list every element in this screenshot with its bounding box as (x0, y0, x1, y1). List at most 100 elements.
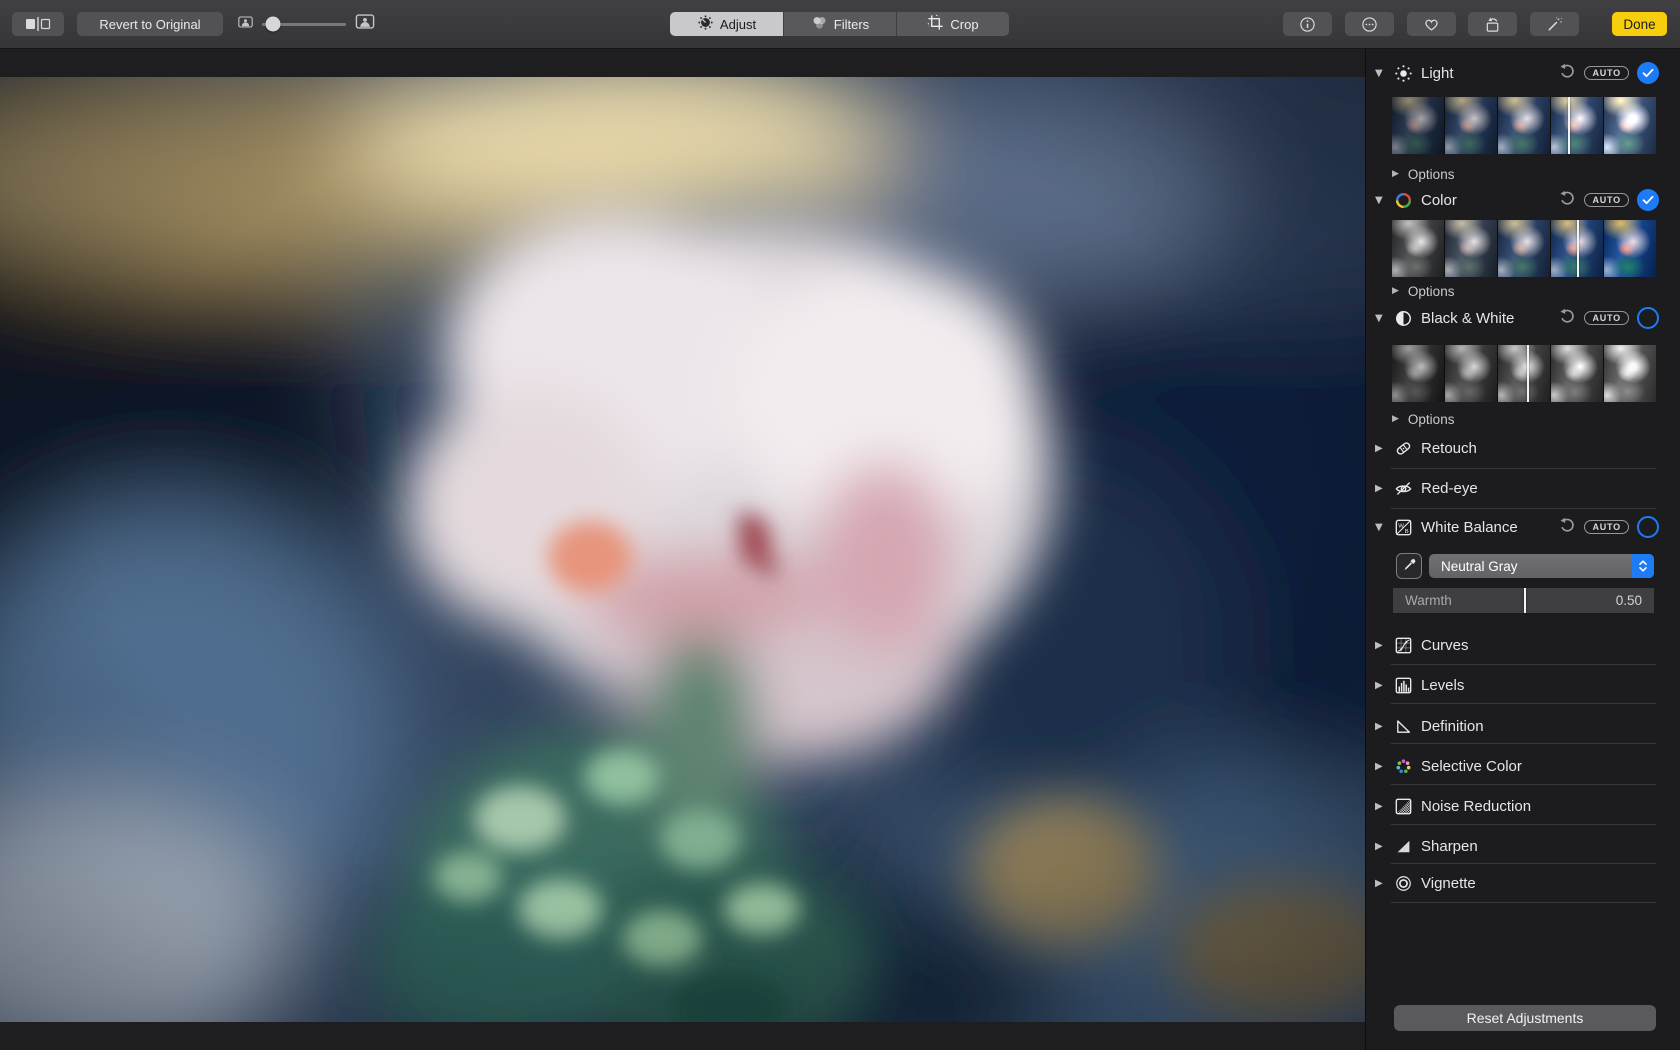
disclosure-down-icon[interactable]: ▼ (1375, 195, 1391, 206)
compare-icon (25, 16, 51, 32)
divider (1391, 508, 1656, 509)
disclosure-right-icon[interactable]: ▶ (1375, 680, 1391, 691)
ellipsis-circle-icon (1361, 16, 1378, 33)
bw-slider-indicator[interactable] (1526, 345, 1529, 402)
photo-image (0, 17, 1580, 1050)
undo-white-balance-button[interactable] (1558, 517, 1576, 536)
options-label: Options (1407, 283, 1455, 299)
section-header-definition[interactable]: ▶ Definition (1366, 710, 1680, 742)
reset-adjustments-button[interactable]: Reset Adjustments (1394, 1005, 1656, 1031)
toolbar: Revert to Original Adjust Filters Crop D… (0, 0, 1680, 49)
black-white-enabled-checkbox[interactable] (1637, 307, 1659, 329)
section-header-sharpen[interactable]: ▶ Sharpen (1366, 830, 1680, 862)
disclosure-right-icon[interactable]: ▶ (1375, 878, 1391, 889)
light-thumb[interactable] (1498, 97, 1550, 154)
section-header-black-white[interactable]: ▼ Black & White AUTO (1366, 302, 1680, 334)
bw-thumb[interactable] (1445, 345, 1497, 402)
disclosure-down-icon[interactable]: ▼ (1375, 68, 1391, 79)
auto-white-balance-button[interactable]: AUTO (1584, 520, 1629, 534)
white-balance-preset-select[interactable]: Neutral Gray (1429, 554, 1654, 578)
warmth-slider-indicator[interactable] (1523, 588, 1526, 613)
tab-adjust-label: Adjust (719, 16, 757, 32)
auto-color-button[interactable]: AUTO (1584, 193, 1629, 207)
info-icon (1299, 16, 1316, 33)
undo-color-button[interactable] (1558, 190, 1576, 209)
rotate-button[interactable] (1468, 12, 1517, 36)
disclosure-right-icon[interactable]: ▶ (1375, 443, 1391, 454)
mode-segmented-control: Adjust Filters Crop (670, 12, 1009, 36)
disclosure-right-icon[interactable]: ▶ (1375, 640, 1391, 651)
light-thumbnail-slider[interactable] (1392, 97, 1656, 154)
section-title: Levels (1421, 676, 1465, 694)
section-header-levels[interactable]: ▶ Levels (1366, 669, 1680, 701)
disclosure-right-icon[interactable]: ▶ (1375, 841, 1391, 852)
black-white-options-toggle[interactable]: ▶ Options (1392, 406, 1454, 432)
select-stepper-icon (1632, 554, 1654, 578)
light-thumb[interactable] (1392, 97, 1444, 154)
compare-before-after-button[interactable] (12, 12, 64, 36)
light-thumb[interactable] (1551, 97, 1603, 154)
undo-light-button[interactable] (1558, 63, 1576, 82)
section-header-retouch[interactable]: ▶ Retouch (1366, 432, 1680, 464)
tab-crop[interactable]: Crop (896, 12, 1009, 36)
info-button[interactable] (1283, 12, 1332, 36)
zoom-slider-thumb[interactable] (265, 16, 281, 32)
light-slider-indicator[interactable] (1567, 97, 1570, 154)
white-balance-enabled-checkbox[interactable] (1637, 516, 1659, 538)
favorite-button[interactable] (1407, 12, 1456, 36)
disclosure-right-icon[interactable]: ▶ (1375, 801, 1391, 812)
tab-filters[interactable]: Filters (783, 12, 896, 36)
photos-edit-window: Revert to Original Adjust Filters Crop D… (0, 0, 1680, 1050)
done-button[interactable]: Done (1612, 12, 1667, 36)
definition-triangle-icon (1394, 717, 1413, 736)
bw-thumb[interactable] (1551, 345, 1603, 402)
light-thumb[interactable] (1445, 97, 1497, 154)
tab-adjust[interactable]: Adjust (670, 12, 783, 36)
zoom-slider[interactable] (238, 12, 375, 36)
color-thumbnail-slider[interactable] (1392, 220, 1656, 277)
checkmark-icon (1642, 193, 1654, 208)
section-header-color[interactable]: ▼ Color AUTO (1366, 184, 1680, 216)
noise-reduction-icon (1394, 797, 1413, 816)
section-title: Black & White (1421, 309, 1515, 327)
eyedropper-button[interactable] (1396, 553, 1422, 579)
divider (1391, 863, 1656, 864)
color-thumb[interactable] (1604, 220, 1656, 277)
section-header-vignette[interactable]: ▶ Vignette (1366, 867, 1680, 899)
section-header-selective-color[interactable]: ▶ Selective Color (1366, 750, 1680, 782)
auto-enhance-button[interactable] (1530, 12, 1579, 36)
bw-thumb[interactable] (1392, 345, 1444, 402)
color-enabled-checkbox[interactable] (1637, 189, 1659, 211)
color-thumb[interactable] (1392, 220, 1444, 277)
section-header-red-eye[interactable]: ▶ Red-eye (1366, 472, 1680, 504)
color-thumb[interactable] (1445, 220, 1497, 277)
section-title: Light (1421, 64, 1454, 82)
adjustments-panel: ▼ Light AUTO ▶ Options ▼ Color AUTO ▶ Op… (1365, 49, 1680, 1050)
disclosure-right-icon[interactable]: ▶ (1375, 761, 1391, 772)
disclosure-down-icon[interactable]: ▼ (1375, 522, 1391, 533)
zoom-slider-track[interactable] (262, 16, 346, 32)
revert-to-original-button[interactable]: Revert to Original (77, 12, 223, 36)
color-thumb[interactable] (1498, 220, 1550, 277)
bw-thumb[interactable] (1498, 345, 1550, 402)
light-thumb[interactable] (1604, 97, 1656, 154)
color-options-toggle[interactable]: ▶ Options (1392, 278, 1454, 304)
divider (1391, 468, 1656, 469)
disclosure-right-icon[interactable]: ▶ (1375, 721, 1391, 732)
black-white-thumbnail-slider[interactable] (1392, 345, 1656, 402)
color-slider-indicator[interactable] (1576, 220, 1579, 277)
section-header-noise-reduction[interactable]: ▶ Noise Reduction (1366, 790, 1680, 822)
auto-light-button[interactable]: AUTO (1584, 66, 1629, 80)
bw-thumb[interactable] (1604, 345, 1656, 402)
light-enabled-checkbox[interactable] (1637, 62, 1659, 84)
undo-black-white-button[interactable] (1558, 308, 1576, 327)
warmth-slider[interactable]: Warmth 0.50 (1393, 588, 1654, 613)
more-options-button[interactable] (1345, 12, 1394, 36)
disclosure-down-icon[interactable]: ▼ (1375, 313, 1391, 324)
auto-black-white-button[interactable]: AUTO (1584, 311, 1629, 325)
section-header-white-balance[interactable]: ▼ WB White Balance AUTO (1366, 511, 1680, 543)
section-header-light[interactable]: ▼ Light AUTO (1366, 57, 1680, 89)
disclosure-right-icon[interactable]: ▶ (1375, 483, 1391, 494)
options-label: Options (1407, 411, 1455, 427)
section-header-curves[interactable]: ▶ Curves (1366, 629, 1680, 661)
